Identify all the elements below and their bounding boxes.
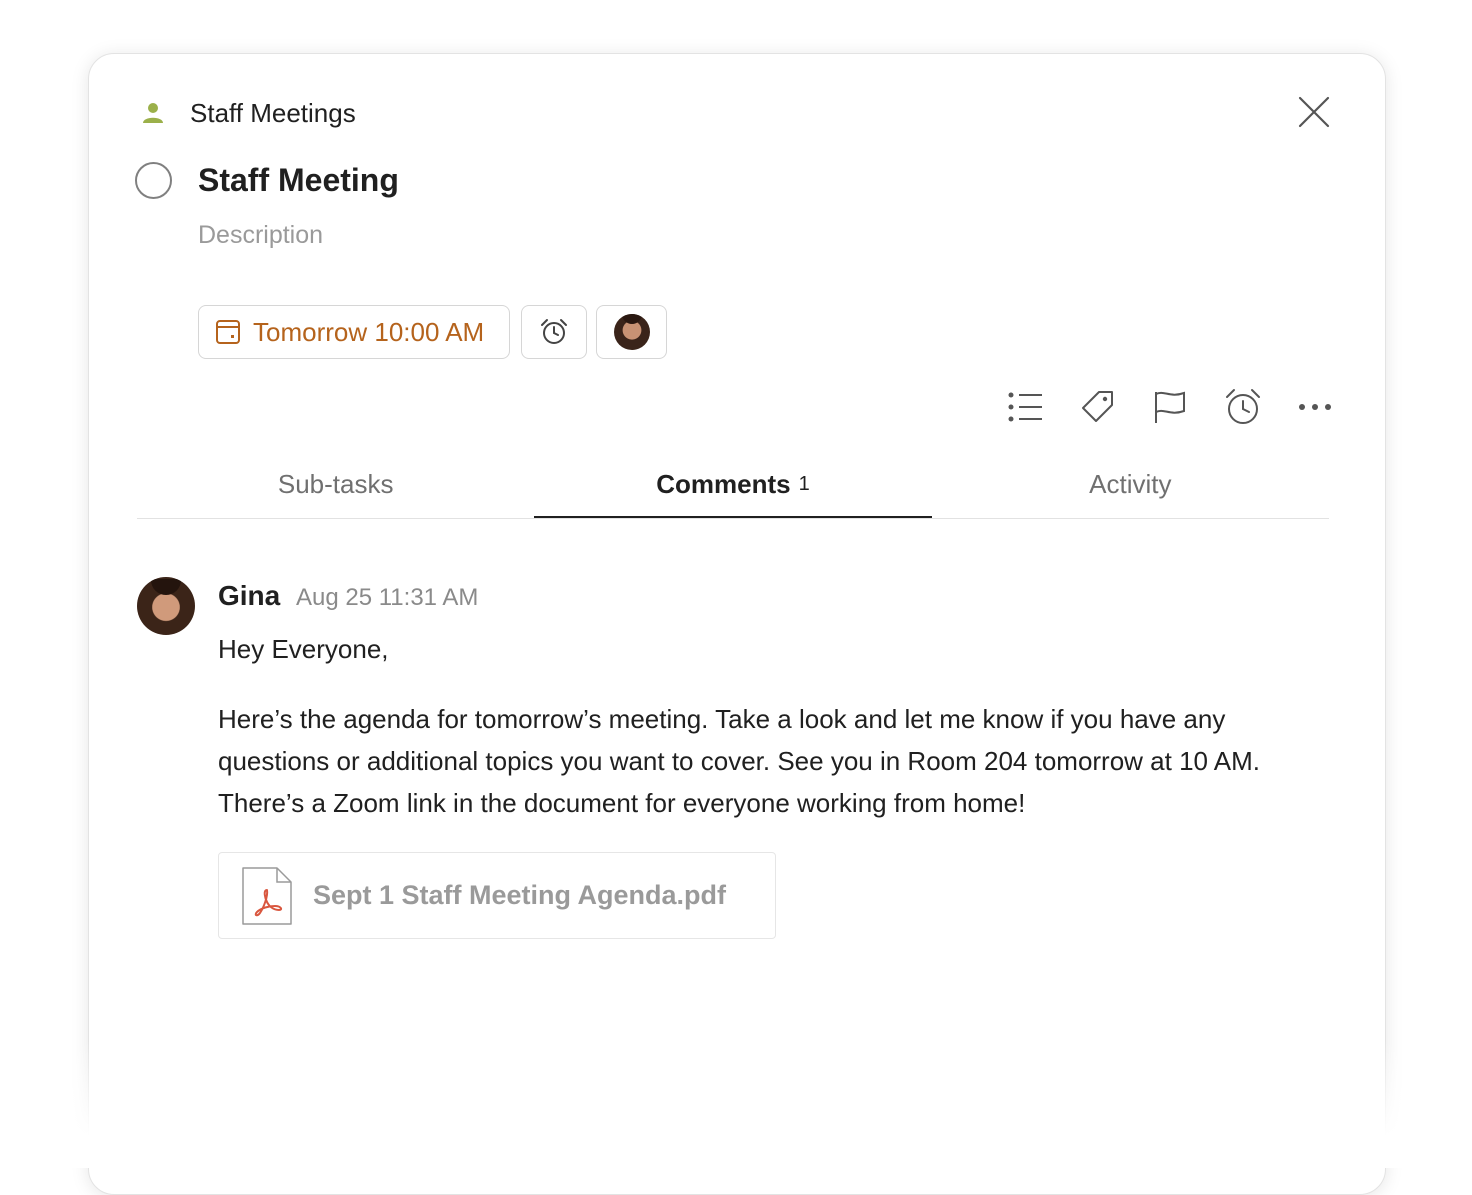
attachment-name: Sept 1 Staff Meeting Agenda.pdf bbox=[313, 880, 727, 910]
tab-sub-tasks[interactable]: Sub-tasks bbox=[137, 460, 534, 508]
task-title[interactable]: Staff Meeting bbox=[198, 158, 399, 202]
reminder-chip[interactable] bbox=[521, 305, 587, 359]
comment-timestamp: Aug 25 11:31 AM bbox=[296, 584, 479, 611]
project-name: Staff Meetings bbox=[190, 97, 356, 128]
close-button[interactable] bbox=[1294, 92, 1334, 132]
tab-comments[interactable]: Comments 1 bbox=[534, 460, 932, 518]
close-icon bbox=[1298, 96, 1330, 128]
comment-author: Gina bbox=[218, 580, 281, 611]
due-date-chip[interactable]: Tomorrow 10:00 AM bbox=[198, 305, 510, 359]
tab-label: Comments bbox=[656, 468, 791, 499]
priority-button[interactable] bbox=[1149, 386, 1191, 428]
tab-label: Activity bbox=[1089, 468, 1172, 499]
complete-task-checkbox[interactable] bbox=[135, 162, 172, 199]
calendar-icon bbox=[216, 320, 240, 344]
pdf-file-icon bbox=[242, 866, 292, 925]
attachment-file[interactable]: Sept 1 Staff Meeting Agenda.pdf bbox=[218, 852, 776, 939]
comment-body: Hey Everyone, Here’s the agenda for tomo… bbox=[218, 628, 1333, 824]
sub-tasks-list-icon bbox=[1008, 392, 1042, 422]
labels-button[interactable] bbox=[1076, 386, 1118, 428]
task-toolbar bbox=[1004, 386, 1336, 428]
comment-greeting: Hey Everyone, bbox=[218, 634, 389, 664]
reminders-button[interactable] bbox=[1222, 386, 1264, 428]
comments-count: 1 bbox=[798, 472, 810, 495]
person-icon bbox=[140, 100, 166, 126]
assignee-chip[interactable] bbox=[596, 305, 667, 359]
priority-flag-icon bbox=[1155, 391, 1185, 423]
avatar bbox=[613, 314, 650, 350]
avatar bbox=[137, 577, 195, 635]
alarm-clock-icon bbox=[541, 319, 567, 344]
detail-tabs: Sub-tasks Comments 1 Activity bbox=[137, 460, 1329, 519]
tab-label: Sub-tasks bbox=[277, 468, 394, 499]
more-options-button[interactable] bbox=[1294, 386, 1336, 428]
reminder-alarm-icon bbox=[1226, 389, 1260, 424]
label-tag-icon bbox=[1082, 391, 1113, 422]
description-field[interactable]: Description bbox=[198, 218, 323, 252]
sub-tasks-button[interactable] bbox=[1004, 386, 1046, 428]
more-options-icon bbox=[1299, 404, 1331, 410]
due-date-label: Tomorrow 10:00 AM bbox=[253, 316, 485, 347]
comment-paragraph: Here’s the agenda for tomorrow’s meeting… bbox=[218, 704, 1261, 818]
project-breadcrumb[interactable]: Staff Meetings bbox=[140, 96, 356, 130]
tab-activity[interactable]: Activity bbox=[932, 460, 1329, 508]
